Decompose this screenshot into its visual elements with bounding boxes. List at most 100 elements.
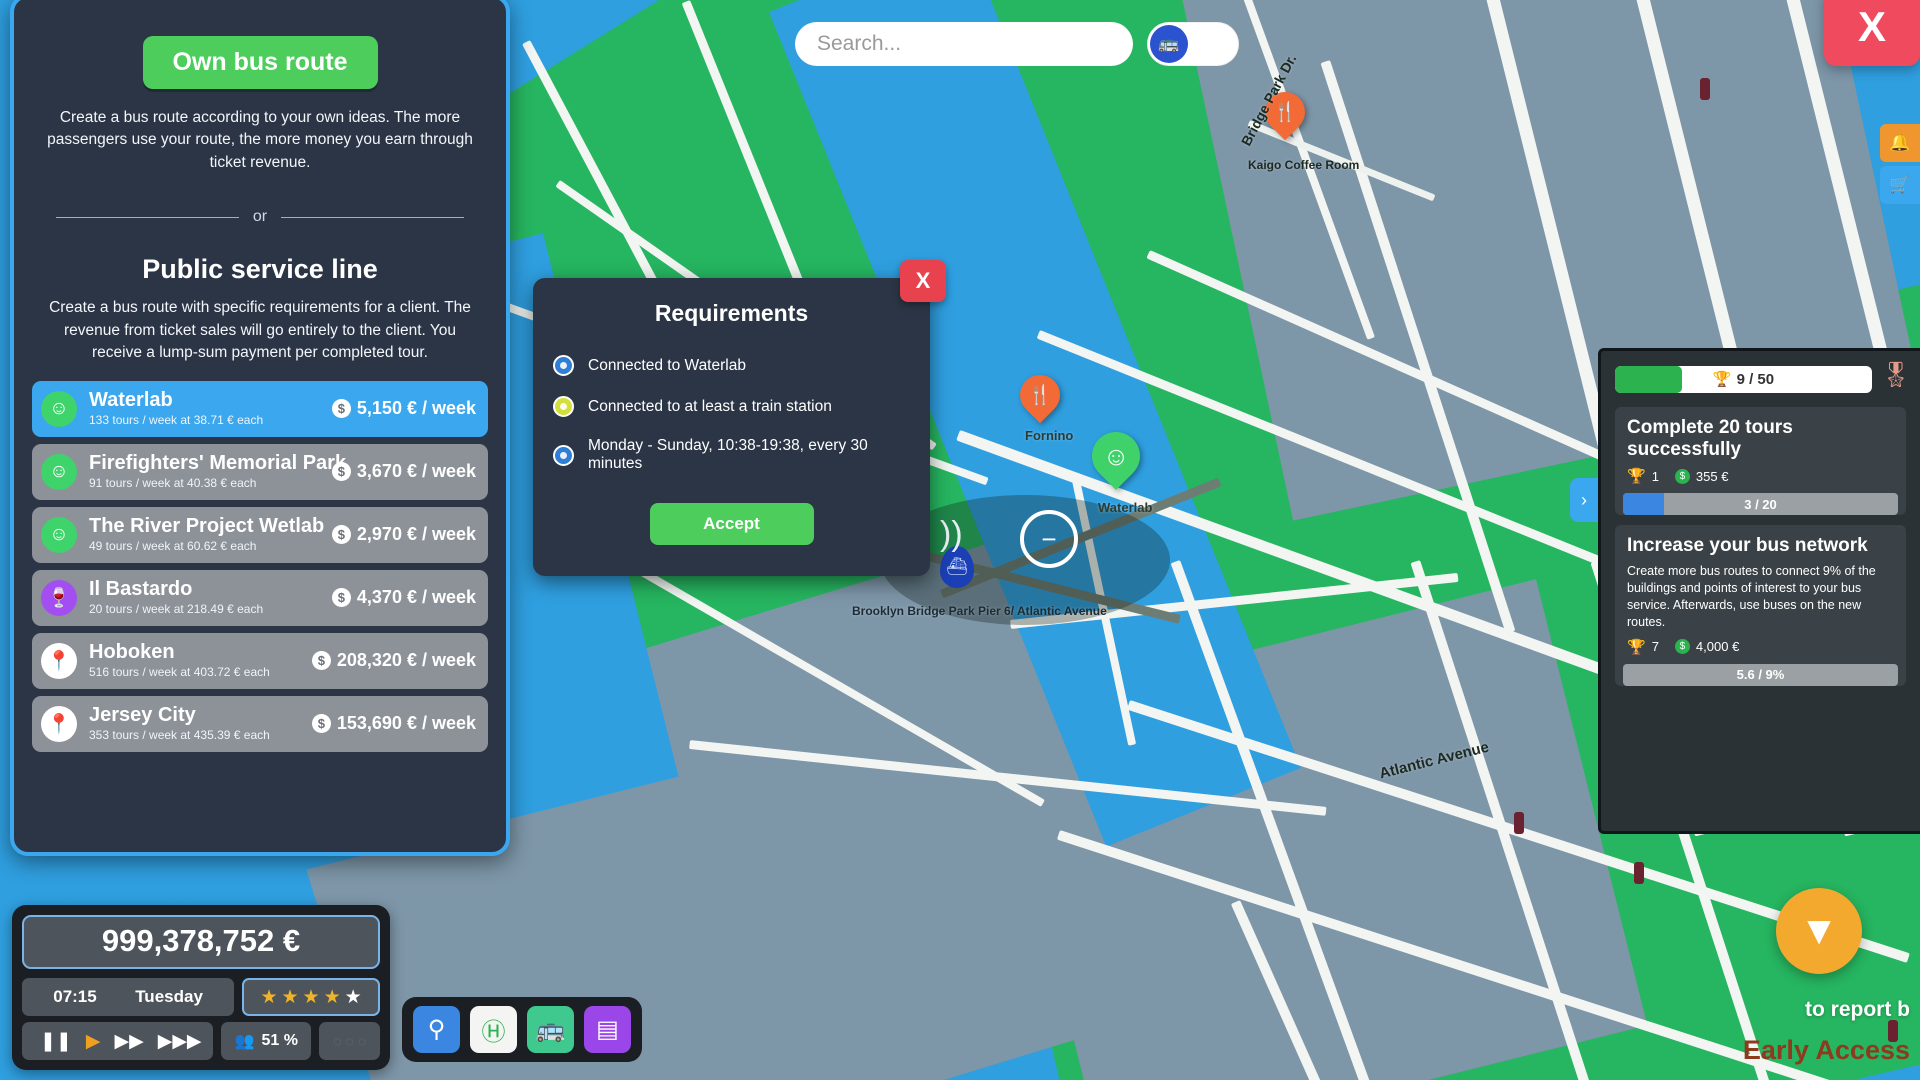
- bus-stat-icon: ◌: [345, 1033, 354, 1049]
- list-item[interactable]: 🍷 Il Bastardo 20 tours / week at 218.49 …: [32, 569, 488, 626]
- smiley-icon: ☺: [41, 516, 77, 553]
- extra-stats: ◌ ◌ ◌: [319, 1022, 380, 1060]
- star-icon: ★: [302, 986, 320, 1008]
- route-price: $ 5,150 € / week: [331, 398, 476, 419]
- star-icon: ★: [344, 986, 362, 1008]
- smiley-icon: ☺: [41, 390, 77, 427]
- game-screen: 🍴 🍴 ☺ Bridge Park Dr. Kaigo Coffee Room …: [0, 0, 1920, 1080]
- achievement-progress-bar: 3 / 20: [1623, 493, 1898, 515]
- notification-icon[interactable]: 🔔: [1880, 124, 1920, 162]
- list-item[interactable]: 📍 Hoboken 516 tours / week at 403.72 € e…: [32, 632, 488, 689]
- bus-icon[interactable]: 🚌: [527, 1006, 574, 1053]
- route-price-value: 5,150 € / week: [356, 398, 476, 419]
- people-icon: 👥: [234, 1033, 255, 1050]
- achievement-progress-label: 5.6 / 9%: [1736, 667, 1785, 682]
- fast-forward-icon[interactable]: ▶▶: [114, 1030, 143, 1053]
- or-divider: or: [56, 208, 464, 226]
- list-item[interactable]: 📍 Jersey City 353 tours / week at 435.39…: [32, 695, 488, 752]
- achievement-rewards: 🏆 1 $ 355 €: [1627, 467, 1894, 485]
- smiley-icon: ☺: [41, 453, 77, 490]
- requirement-item: Connected to at least a train station: [553, 396, 910, 417]
- bus-stop-icon[interactable]: Ⓗ: [470, 1006, 517, 1053]
- achievements-panel-toggle[interactable]: ›: [1570, 478, 1598, 522]
- population-value: 51 %: [261, 1032, 298, 1049]
- achievement-title: Increase your bus network: [1627, 535, 1868, 556]
- signal-icon[interactable]: )): [940, 515, 963, 554]
- bus-icon: 🚌: [1150, 25, 1188, 63]
- star-icon: ★: [323, 986, 341, 1008]
- speed-controls[interactable]: ❚❚ ▶ ▶▶ ▶▶▶: [22, 1022, 214, 1060]
- coin-icon: $: [311, 714, 331, 734]
- or-label: or: [252, 208, 268, 226]
- clock-display: 07:15 Tuesday: [22, 978, 235, 1016]
- achievement-title: Complete 20 tours successfully: [1627, 417, 1793, 460]
- route-price: $ 153,690 € / week: [311, 713, 476, 734]
- requirements-dialog: X Requirements Connected to Waterlab Con…: [533, 260, 946, 576]
- close-button[interactable]: X: [1824, 0, 1920, 66]
- report-hint-text: to report b: [1805, 998, 1910, 1021]
- trophy-icon: 🏆: [1627, 638, 1646, 656]
- achievement-rewards: 🏆 7 $ 4,000 €: [1627, 638, 1894, 656]
- list-item[interactable]: ☺ Firefighters' Memorial Park 91 tours /…: [32, 443, 488, 500]
- route-price-value: 4,370 € / week: [356, 587, 476, 608]
- route-detail: 91 tours / week at 40.38 € each: [89, 476, 257, 491]
- achievement-card[interactable]: Increase your bus network Create more bu…: [1615, 525, 1906, 686]
- route-map-icon[interactable]: ⚲: [413, 1006, 460, 1053]
- trophy-icon: 🏆: [1627, 468, 1646, 485]
- own-bus-route-button[interactable]: Own bus route: [142, 36, 378, 89]
- route-name: Il Bastardo: [89, 578, 193, 601]
- status-dot-icon: [553, 355, 574, 376]
- cart-icon[interactable]: 🛒: [1880, 166, 1920, 204]
- play-icon[interactable]: ▶: [86, 1030, 101, 1053]
- public-service-line-title: Public service line: [142, 254, 378, 285]
- award-ribbon-icon[interactable]: 🎖: [1880, 363, 1912, 395]
- status-dot-icon: [553, 396, 574, 417]
- bus-view-toggle[interactable]: 🚌: [1147, 22, 1239, 66]
- traffic-light-icon: [1514, 812, 1524, 834]
- search-input[interactable]: [795, 22, 1133, 66]
- route-list[interactable]: ☺ Waterlab 133 tours / week at 38.71 € e…: [32, 380, 488, 752]
- map-label: Fornino: [1025, 428, 1074, 443]
- route-name: Waterlab: [89, 389, 173, 412]
- route-name: The River Project Wetlab: [89, 515, 325, 538]
- very-fast-forward-icon[interactable]: ▶▶▶: [158, 1030, 202, 1053]
- trophy-icon: 🏆: [1712, 371, 1732, 388]
- map-pin-icon: 📍: [41, 705, 77, 742]
- route-price: $ 208,320 € / week: [311, 650, 476, 671]
- requirements-title: Requirements: [654, 300, 809, 326]
- achievement-card[interactable]: Complete 20 tours successfully 🏆 1 $ 355…: [1615, 407, 1906, 515]
- list-item[interactable]: ☺ Waterlab 133 tours / week at 38.71 € e…: [32, 380, 488, 437]
- route-price-value: 208,320 € / week: [336, 650, 476, 671]
- route-price: $ 3,670 € / week: [331, 461, 476, 482]
- population-display: 👥 51 %: [221, 1022, 312, 1060]
- requirement-text: Monday - Sunday, 10:38-19:38, every 30 m…: [588, 437, 868, 472]
- achievement-trophy-count: 7: [1651, 639, 1659, 654]
- requirement-item: Connected to Waterlab: [553, 355, 910, 376]
- coin-icon: $: [331, 399, 351, 419]
- achievements-header: 🏆 9 / 50 🎖: [1615, 363, 1912, 395]
- route-price: $ 4,370 € / week: [331, 587, 476, 608]
- route-detail: 353 tours / week at 435.39 € each: [89, 728, 270, 743]
- requirements-list: Connected to Waterlab Connected to at le…: [553, 355, 910, 473]
- pause-icon[interactable]: ❚❚: [40, 1030, 72, 1053]
- coin-icon: $: [311, 651, 331, 671]
- requirements-close-button[interactable]: X: [900, 260, 946, 302]
- list-item[interactable]: ☺ The River Project Wetlab 49 tours / we…: [32, 506, 488, 563]
- schedule-icon[interactable]: ▤: [584, 1006, 631, 1053]
- route-creation-panel: Own bus route Create a bus route accordi…: [10, 0, 510, 856]
- trophy-progress-bar: 🏆 9 / 50: [1615, 365, 1872, 393]
- public-service-line-description: Create a bus route with specific require…: [49, 299, 471, 362]
- hud: 999,378,752 € 07:15 Tuesday ★ ★ ★ ★ ★ ❚❚…: [12, 905, 642, 1070]
- achievement-description: Create more bus routes to connect 9% of …: [1627, 564, 1876, 629]
- route-detail: 20 tours / week at 218.49 € each: [89, 602, 264, 617]
- achievement-money-reward: 355 €: [1695, 468, 1729, 484]
- minus-icon: −: [1041, 523, 1057, 554]
- achievement-progress-label: 3 / 20: [1744, 496, 1777, 512]
- route-name: Firefighters' Memorial Park: [89, 452, 347, 475]
- smiley-icon: ☺: [1102, 441, 1130, 472]
- coin-icon: $: [331, 462, 351, 482]
- filter-button[interactable]: ▼: [1776, 888, 1862, 974]
- top-right-icon-stack: 🔔 🛒: [1880, 124, 1920, 204]
- hide-route-button[interactable]: −: [1020, 510, 1078, 568]
- accept-button[interactable]: Accept: [649, 503, 814, 545]
